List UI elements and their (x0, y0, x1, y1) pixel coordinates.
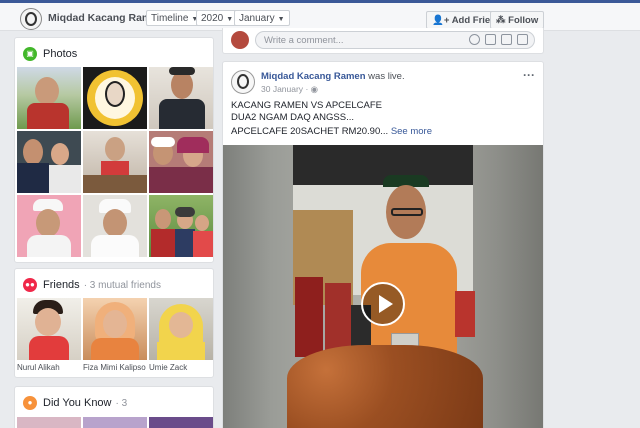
photo-thumbnail[interactable] (83, 131, 147, 193)
commenter-avatar (231, 31, 249, 49)
photo-thumbnail[interactable] (17, 195, 81, 257)
photo-thumbnail[interactable] (17, 67, 81, 129)
friend-name[interactable]: Nurul Alikah (17, 363, 60, 372)
did-you-know-thumbnail[interactable] (17, 417, 81, 428)
globe-icon: · ◉ (305, 84, 319, 94)
year-dropdown[interactable]: 2020 ▼ (196, 10, 239, 26)
month-label: January (239, 13, 275, 24)
photo-thumbnail[interactable] (149, 131, 213, 193)
photos-title[interactable]: Photos (43, 48, 77, 60)
friend-name[interactable]: Fiza Mimi Kalipso (83, 363, 146, 372)
friend-photo[interactable] (17, 298, 81, 360)
did-you-know-title[interactable]: Did You Know (43, 397, 112, 409)
play-icon[interactable] (361, 282, 405, 326)
chevron-down-icon: ▼ (277, 16, 285, 23)
add-person-icon: 👤+ (432, 15, 450, 26)
emoji-icon[interactable] (469, 34, 480, 45)
friends-title[interactable]: Friends (43, 279, 80, 291)
photo-thumbnail[interactable] (83, 67, 147, 129)
live-video[interactable] (223, 145, 543, 428)
post-line-1: KACANG RAMEN VS APCELCAFE (231, 100, 382, 111)
comment-area: Write a comment... (222, 28, 544, 54)
post-line-3: APCELCAFE 20SACHET RM20.90... (231, 126, 389, 137)
photo-thumbnail[interactable] (17, 131, 81, 193)
post-date[interactable]: 30 January (261, 84, 303, 94)
profile-avatar[interactable] (20, 8, 42, 30)
camera-icon[interactable] (485, 34, 496, 45)
did-you-know-card: ● Did You Know · 3 (14, 386, 214, 428)
did-you-know-thumbnail[interactable] (149, 417, 213, 428)
rss-icon: ⁂ (496, 15, 506, 26)
did-you-know-thumbnail[interactable] (83, 417, 147, 428)
chat-bubble-icon: ● (23, 396, 37, 410)
people-icon: ●● (23, 278, 37, 292)
comment-placeholder: Write a comment... (264, 35, 344, 46)
photo-thumbnail[interactable] (83, 195, 147, 257)
photo-thumbnail[interactable] (149, 67, 213, 129)
photo-icon: ▣ (23, 47, 37, 61)
timeline-label: Timeline (151, 13, 189, 24)
gif-icon[interactable] (501, 34, 512, 45)
timeline-nav: Miqdad Kacang Ramen Timeline ▼ 2020 ▼ Janu… (0, 3, 640, 31)
post-line-2: DUA2 NGAM DAQ ANGSS... (231, 112, 354, 123)
photo-thumbnail[interactable] (149, 195, 213, 257)
sticker-icon[interactable] (517, 34, 528, 45)
post-action: was live. (368, 71, 405, 82)
friend-photo[interactable] (149, 298, 213, 360)
did-you-know-count: · 3 (115, 397, 128, 409)
post-header: Miqdad Kacang Ramen was live. (261, 71, 405, 82)
post-author-name[interactable]: Miqdad Kacang Ramen (261, 71, 366, 82)
year-label: 2020 (201, 13, 224, 24)
mutual-friends-count[interactable]: · 3 mutual friends (84, 280, 161, 291)
post-options-icon[interactable]: ··· (523, 68, 535, 82)
month-dropdown[interactable]: January ▼ (234, 10, 290, 26)
post-line-3-wrap: APCELCAFE 20SACHET RM20.90... See more (231, 126, 432, 137)
post-meta: 30 January · ◉ (261, 84, 318, 95)
friend-photo[interactable] (83, 298, 147, 360)
follow-label: Follow (508, 15, 539, 26)
follow-button[interactable]: ⁂ Follow (490, 11, 545, 29)
comment-input[interactable]: Write a comment... (255, 31, 535, 49)
see-more-link[interactable]: See more (391, 126, 432, 137)
timeline-dropdown[interactable]: Timeline ▼ (146, 10, 204, 26)
friend-name[interactable]: Umie Zack (149, 363, 187, 372)
chevron-down-icon: ▼ (226, 16, 234, 23)
post-author-avatar[interactable] (231, 70, 255, 94)
